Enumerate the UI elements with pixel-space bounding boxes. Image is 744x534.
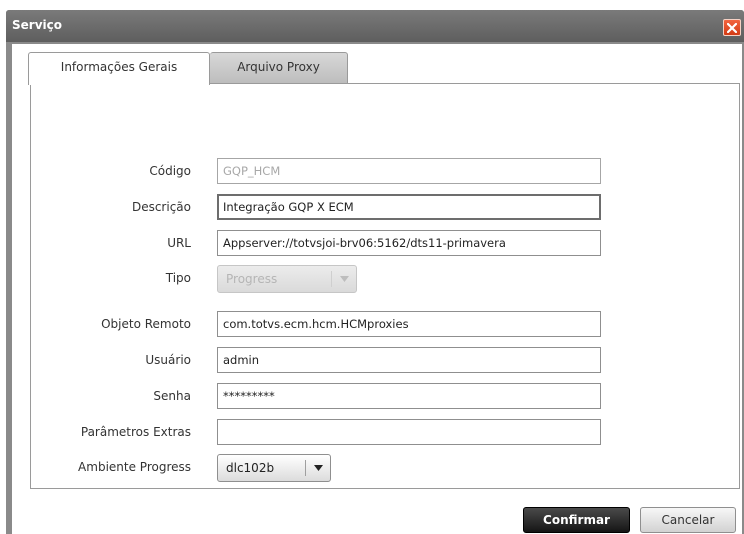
tipo-row: Tipo Progress [31, 265, 731, 293]
objeto-remoto-label: Objeto Remoto [101, 317, 191, 331]
close-icon [727, 22, 737, 33]
tipo-select[interactable]: Progress [217, 265, 357, 293]
service-dialog: Serviço Informações Gerais Arquivo Proxy… [6, 10, 744, 534]
chevron-down-icon [332, 276, 356, 282]
objeto-remoto-row: Objeto Remoto com.totvs.ecm.hcm.HCMproxi… [31, 311, 731, 339]
tab-arquivo-proxy[interactable]: Arquivo Proxy [210, 52, 348, 84]
descricao-field[interactable]: Integração GQP X ECM [217, 194, 601, 220]
chevron-down-icon [306, 465, 330, 471]
codigo-label: Código [149, 164, 191, 178]
usuario-row: Usuário admin [31, 347, 731, 375]
dialog-titlebar[interactable]: Serviço [6, 10, 744, 42]
parametros-extras-field[interactable] [217, 419, 601, 445]
url-row: URL Appserver://totvsjoi-brv06:5162/dts1… [31, 230, 731, 258]
tipo-label: Tipo [165, 271, 191, 285]
url-field[interactable]: Appserver://totvsjoi-brv06:5162/dts11-pr… [217, 230, 601, 256]
senha-field[interactable]: ********* [217, 383, 601, 409]
dialog-content: Informações Gerais Arquivo Proxy Código … [12, 44, 742, 534]
senha-row: Senha ********* [31, 383, 731, 411]
dialog-title: Serviço [12, 18, 62, 32]
usuario-label: Usuário [145, 353, 191, 367]
url-label: URL [167, 236, 191, 250]
close-button[interactable] [723, 19, 741, 36]
tipo-value: Progress [226, 272, 278, 286]
general-info-panel: Código GQP_HCM Descrição Integração GQP … [30, 83, 740, 489]
parametros-extras-row: Parâmetros Extras [31, 419, 731, 447]
codigo-row: Código GQP_HCM [31, 158, 731, 186]
ambiente-progress-row: Ambiente Progress dlc102b [31, 454, 731, 482]
descricao-label: Descrição [131, 200, 191, 214]
ambiente-progress-value: dlc102b [226, 461, 275, 475]
parametros-extras-label: Parâmetros Extras [80, 425, 191, 439]
descricao-row: Descrição Integração GQP X ECM [31, 194, 731, 222]
senha-label: Senha [153, 389, 191, 403]
confirm-button[interactable]: Confirmar [523, 507, 630, 533]
usuario-field[interactable]: admin [217, 347, 601, 373]
tab-informacoes-gerais[interactable]: Informações Gerais [28, 52, 210, 85]
ambiente-progress-select[interactable]: dlc102b [217, 454, 331, 482]
objeto-remoto-field[interactable]: com.totvs.ecm.hcm.HCMproxies [217, 311, 601, 337]
ambiente-progress-label: Ambiente Progress [78, 460, 191, 474]
codigo-field[interactable]: GQP_HCM [217, 158, 601, 184]
cancel-button[interactable]: Cancelar [640, 507, 736, 533]
